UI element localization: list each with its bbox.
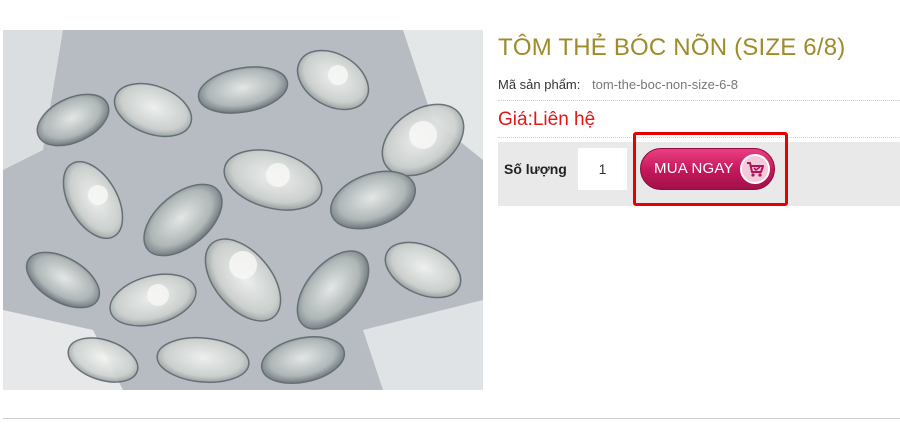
buy-now-button[interactable]: MUA NGAY xyxy=(640,148,775,190)
buy-now-label: MUA NGAY xyxy=(654,160,734,177)
product-code-row: Mã sản phẩm: tom-the-boc-non-size-6-8 xyxy=(498,77,900,101)
product-title: TÔM THẺ BÓC NÕN (SIZE 6/8) xyxy=(498,34,846,61)
product-code-value: tom-the-boc-non-size-6-8 xyxy=(592,77,738,92)
cart-icon xyxy=(740,154,770,184)
quantity-input[interactable] xyxy=(578,148,627,190)
product-image[interactable] xyxy=(3,30,483,390)
buy-box: Số lượng MUA NGAY xyxy=(498,132,900,206)
product-code-label: Mã sản phẩm: xyxy=(498,77,581,92)
shrimp-photo xyxy=(3,30,483,390)
product-info: TÔM THẺ BÓC NÕN (SIZE 6/8) Mã sản phẩm: … xyxy=(498,30,900,206)
section-divider xyxy=(3,418,900,419)
quantity-label: Số lượng xyxy=(504,161,567,177)
